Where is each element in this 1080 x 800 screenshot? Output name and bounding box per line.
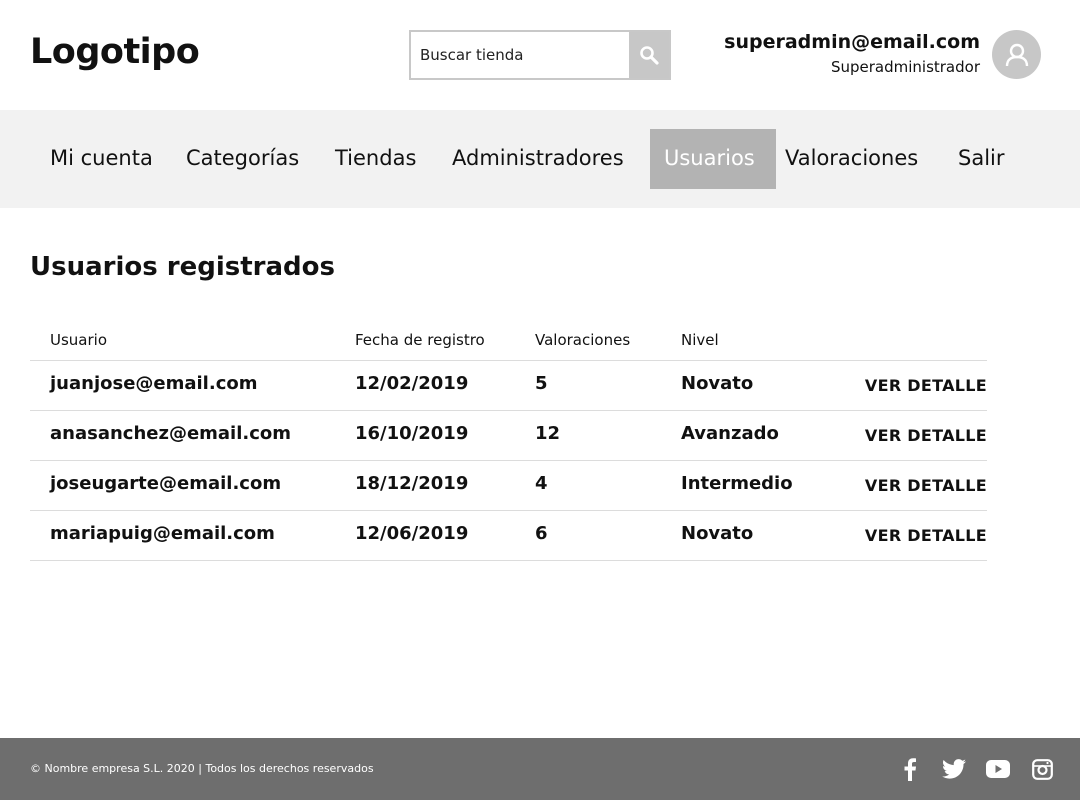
youtube-link[interactable] [985,756,1011,782]
user-role: Superadministrador [830,58,980,76]
ratings-cell: 6 [535,523,548,544]
user-info: superadmin@email.com Superadministrador [724,30,980,80]
nav-item-categorias[interactable]: Categorías [186,129,299,189]
copyright-text: © Nombre empresa S.L. 2020 | Todos los d… [30,762,374,775]
nav-item-valoraciones[interactable]: Valoraciones [785,129,918,189]
level-cell: Novato [681,523,754,544]
registration-date-cell: 16/10/2019 [355,423,469,444]
nav-item-salir[interactable]: Salir [958,129,1005,189]
nav-item-usuarios[interactable]: Usuarios [650,129,776,189]
page-title: Usuarios registrados [30,252,335,282]
user-icon [1005,43,1028,66]
table-row: juanjose@email.com 12/02/2019 5 Novato V… [30,361,987,411]
column-header-usuario: Usuario [50,331,108,349]
nav-item-mi-cuenta[interactable]: Mi cuenta [50,129,153,189]
instagram-link[interactable] [1029,756,1055,782]
column-header-nivel: Nivel [681,331,719,349]
registration-date-cell: 18/12/2019 [355,473,469,494]
user-email: superadmin@email.com [724,31,980,53]
registration-date-cell: 12/02/2019 [355,373,469,394]
view-detail-link[interactable]: VER DETALLE [865,426,987,445]
column-header-fecha: Fecha de registro [355,331,485,349]
footer: © Nombre empresa S.L. 2020 | Todos los d… [0,738,1080,800]
view-detail-link[interactable]: VER DETALLE [865,376,987,395]
main-nav: Mi cuenta Categorías Tiendas Administrad… [0,110,1080,208]
search-input[interactable] [411,32,631,78]
ratings-cell: 5 [535,373,548,394]
view-detail-link[interactable]: VER DETALLE [865,476,987,495]
user-email-cell: joseugarte@email.com [50,473,282,494]
facebook-link[interactable] [897,756,923,782]
search-box [409,30,671,80]
level-cell: Avanzado [681,423,779,444]
facebook-icon [904,758,916,781]
user-email-cell: mariapuig@email.com [50,523,275,544]
avatar[interactable] [992,30,1041,79]
table-row: joseugarte@email.com 18/12/2019 4 Interm… [30,461,987,511]
nav-item-tiendas[interactable]: Tiendas [335,129,416,189]
level-cell: Intermedio [681,473,793,494]
instagram-icon [1031,758,1053,780]
search-button[interactable] [629,32,669,78]
table-header: Usuario Fecha de registro Valoraciones N… [30,326,987,361]
user-email-cell: anasanchez@email.com [50,423,292,444]
table-row: anasanchez@email.com 16/10/2019 12 Avanz… [30,411,987,461]
view-detail-link[interactable]: VER DETALLE [865,526,987,545]
nav-item-administradores[interactable]: Administradores [452,129,624,189]
twitter-link[interactable] [941,756,967,782]
users-table: Usuario Fecha de registro Valoraciones N… [30,326,987,561]
header: Logotipo superadmin@email.com Superadmin… [0,0,1080,110]
logo[interactable]: Logotipo [30,32,200,72]
ratings-cell: 12 [535,423,561,444]
youtube-icon [986,760,1010,778]
ratings-cell: 4 [535,473,548,494]
column-header-valoraciones: Valoraciones [535,331,631,349]
table-row: mariapuig@email.com 12/06/2019 6 Novato … [30,511,987,561]
twitter-icon [942,759,966,779]
user-email-cell: juanjose@email.com [50,373,258,394]
level-cell: Novato [681,373,754,394]
search-icon [640,46,659,65]
registration-date-cell: 12/06/2019 [355,523,469,544]
